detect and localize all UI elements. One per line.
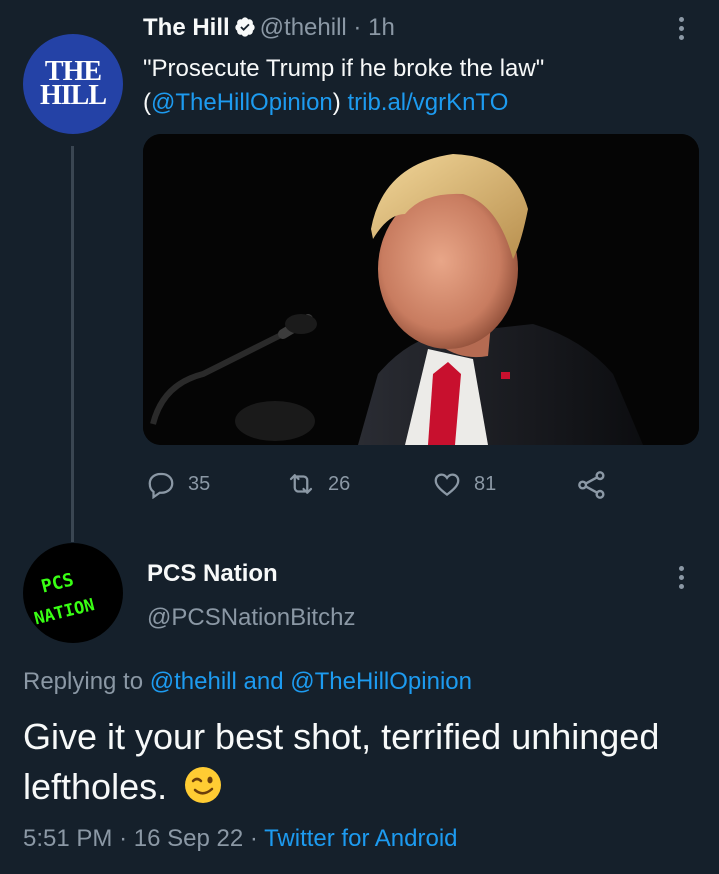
retweet-action[interactable]: 26 bbox=[286, 469, 350, 499]
paren-close: ) bbox=[332, 89, 341, 116]
tweet-text: "Prosecute Trump if he broke the law" (@… bbox=[143, 52, 683, 120]
replying-mention-2[interactable]: @TheHillOpinion bbox=[290, 668, 472, 695]
tweet-media-image[interactable] bbox=[143, 134, 699, 445]
replying-and: and bbox=[243, 668, 284, 695]
retweet-icon bbox=[289, 474, 313, 494]
reply-more-options-icon[interactable] bbox=[679, 566, 687, 593]
tweet-quote: "Prosecute Trump if he broke the law" bbox=[143, 55, 545, 82]
svg-text:NATION: NATION bbox=[32, 595, 96, 629]
winking-face-emoji-icon bbox=[185, 767, 222, 803]
reply-date: 16 Sep 22 bbox=[133, 825, 244, 852]
replying-mention-1[interactable]: @thehill bbox=[150, 668, 237, 695]
verified-badge-icon bbox=[235, 17, 255, 37]
reply-text: Give it your best shot, terrified unhing… bbox=[23, 712, 663, 812]
paren-open: ( bbox=[143, 89, 151, 116]
author-name[interactable]: The Hill bbox=[143, 14, 230, 41]
reply-body: Give it your best shot, terrified unhing… bbox=[23, 716, 660, 807]
like-action[interactable]: 81 bbox=[432, 469, 496, 499]
more-options-icon[interactable] bbox=[679, 17, 687, 44]
reply-time: 5:51 PM bbox=[23, 825, 113, 852]
replying-prefix: Replying to bbox=[23, 668, 144, 695]
avatar-text-line: HILL bbox=[39, 80, 107, 111]
retweet-count: 26 bbox=[328, 472, 351, 495]
heart-icon bbox=[434, 473, 460, 497]
reply-author-handle[interactable]: @PCSNationBitchz bbox=[147, 604, 355, 632]
mention-link[interactable]: @TheHillOpinion bbox=[151, 89, 333, 116]
tweet-header: The Hill @thehill · 1h bbox=[143, 14, 395, 42]
pcs-nation-logo: PCS NATION bbox=[32, 569, 96, 629]
pcs-nation-avatar[interactable]: PCS NATION bbox=[23, 543, 123, 643]
author-handle[interactable]: @thehill bbox=[260, 14, 347, 41]
reply-count: 35 bbox=[188, 472, 211, 495]
svg-text:PCS: PCS bbox=[39, 569, 76, 597]
tweet-time[interactable]: 1h bbox=[368, 14, 395, 41]
reply-icon bbox=[148, 472, 174, 499]
reply-author-name[interactable]: PCS Nation bbox=[147, 560, 278, 588]
separator-dot: · bbox=[353, 14, 362, 41]
url-link[interactable]: trib.al/vgrKnTO bbox=[347, 89, 508, 116]
share-action[interactable] bbox=[576, 469, 608, 501]
thread-connector-line bbox=[71, 146, 74, 542]
share-icon bbox=[578, 471, 605, 499]
reply-action[interactable]: 35 bbox=[146, 469, 210, 499]
separator-dot: · bbox=[249, 825, 258, 852]
replying-to-line: Replying to @thehill and @TheHillOpinion bbox=[23, 668, 472, 696]
reply-metadata: 5:51 PM · 16 Sep 22 · Twitter for Androi… bbox=[23, 825, 458, 853]
reply-source[interactable]: Twitter for Android bbox=[264, 825, 457, 852]
separator-dot: · bbox=[119, 825, 128, 852]
like-count: 81 bbox=[474, 472, 497, 495]
photo-trump-at-microphone bbox=[143, 134, 699, 445]
thehill-avatar[interactable]: THE HILL bbox=[23, 34, 123, 134]
